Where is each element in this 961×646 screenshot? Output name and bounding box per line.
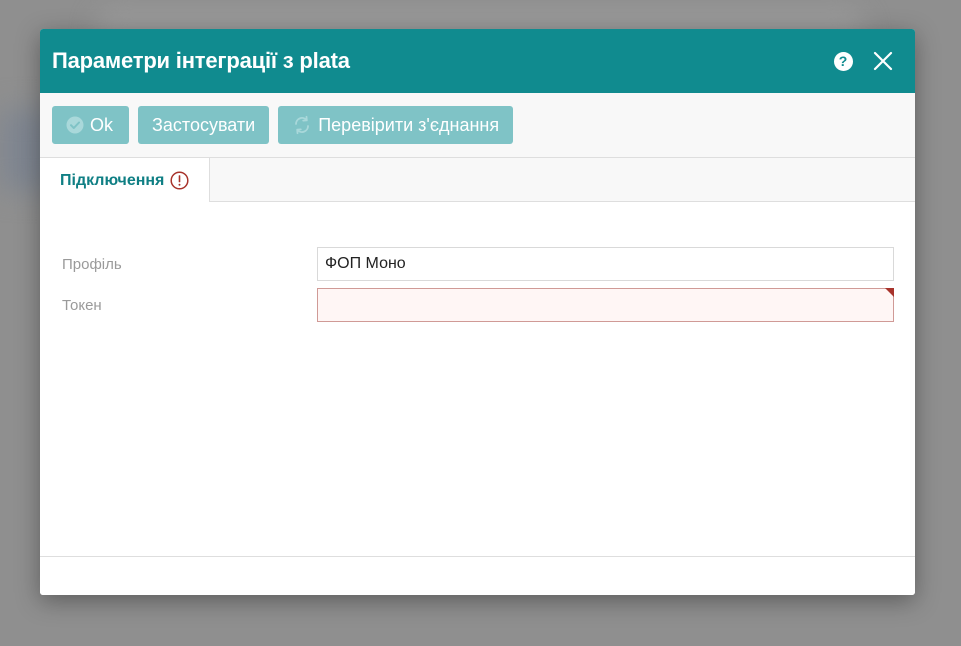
refresh-icon: [292, 115, 312, 135]
ok-button[interactable]: Ok: [52, 106, 130, 144]
token-input[interactable]: [317, 288, 894, 322]
dialog-toolbar: Ok Застосувати Перевірити з'єднання: [40, 93, 915, 157]
tab-bar: Підключення: [40, 157, 915, 203]
profile-row: Профіль: [62, 247, 894, 281]
profile-label: Профіль: [62, 255, 122, 273]
check-connection-label: Перевірити з'єднання: [318, 114, 500, 135]
error-exclamation-icon: [170, 171, 189, 190]
tab-content: Профіль Токен: [40, 202, 915, 556]
integration-settings-dialog: Параметри інтеграції з plata ? Ok Застос…: [40, 29, 915, 595]
dialog-footer: [40, 556, 915, 595]
check-circle-icon: [66, 116, 84, 134]
close-icon: [873, 51, 893, 71]
help-button[interactable]: ?: [823, 41, 863, 81]
tab-connection[interactable]: Підключення: [40, 158, 211, 203]
token-label: Токен: [62, 296, 102, 314]
apply-button[interactable]: Застосувати: [138, 106, 270, 144]
tab-connection-label: Підключення: [60, 171, 165, 189]
dialog-titlebar: Параметри інтеграції з plata ?: [40, 29, 915, 93]
apply-button-label: Застосувати: [152, 114, 256, 135]
dialog-title: Параметри інтеграції з plata: [52, 48, 350, 73]
close-button[interactable]: [863, 41, 903, 81]
help-circle-icon: ?: [833, 51, 853, 71]
token-row: Токен: [62, 288, 894, 322]
profile-input[interactable]: [317, 247, 894, 281]
token-field-wrap: [317, 288, 894, 322]
validation-error-marker: [885, 288, 894, 297]
ok-button-label: Ok: [90, 114, 114, 135]
check-connection-button[interactable]: Перевірити з'єднання: [278, 106, 514, 144]
